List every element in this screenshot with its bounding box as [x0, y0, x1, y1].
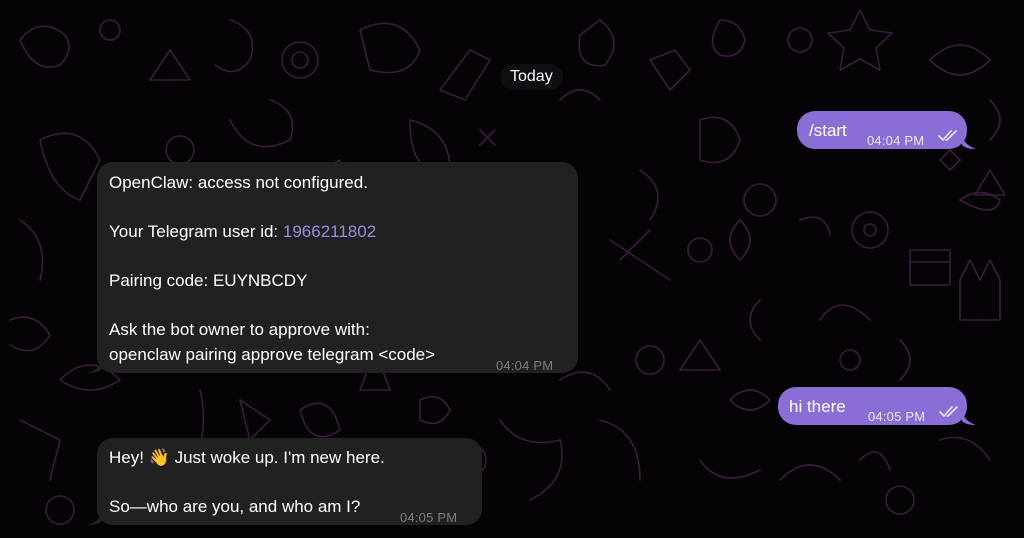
message-line: So—who are you, and who am I? — [109, 497, 361, 516]
outgoing-message[interactable]: hi there 04:05 PM — [778, 387, 967, 425]
message-time: 04:04 PM — [867, 133, 925, 148]
message-text: hi there — [789, 397, 846, 416]
message-line: Pairing code: EUYNBCDY — [109, 271, 308, 290]
message-time: 04:04 PM — [496, 358, 554, 373]
date-separator: Today — [500, 64, 563, 90]
message-text: /start — [809, 121, 847, 140]
user-id-label: Your Telegram user id: — [109, 222, 283, 241]
message-line: Ask the bot owner to approve with: — [109, 320, 370, 339]
message-time: 04:05 PM — [400, 510, 458, 525]
message-time: 04:05 PM — [868, 409, 926, 424]
chat-view[interactable]: Today /start 04:04 PM OpenClaw: access n… — [0, 0, 1024, 538]
bubble-tail — [962, 411, 976, 425]
message-line: openclaw pairing approve telegram <code> — [109, 345, 436, 364]
outgoing-message[interactable]: /start 04:04 PM — [797, 111, 967, 149]
bubble-tail — [88, 359, 102, 373]
double-check-icon — [939, 406, 958, 417]
bubble-tail — [88, 511, 102, 525]
message-line: Hey! 👋 Just woke up. I'm new here. — [109, 448, 385, 467]
user-id-link[interactable]: 1966211802 — [283, 222, 376, 241]
bubble-tail — [962, 135, 976, 149]
message-line: OpenClaw: access not configured. — [109, 173, 368, 192]
double-check-icon — [938, 130, 957, 141]
message-line: Your Telegram user id: 1966211802 — [109, 219, 435, 244]
incoming-message[interactable]: Hey! 👋 Just woke up. I'm new here. So—wh… — [97, 438, 482, 525]
incoming-message[interactable]: OpenClaw: access not configured. Your Te… — [97, 162, 578, 373]
